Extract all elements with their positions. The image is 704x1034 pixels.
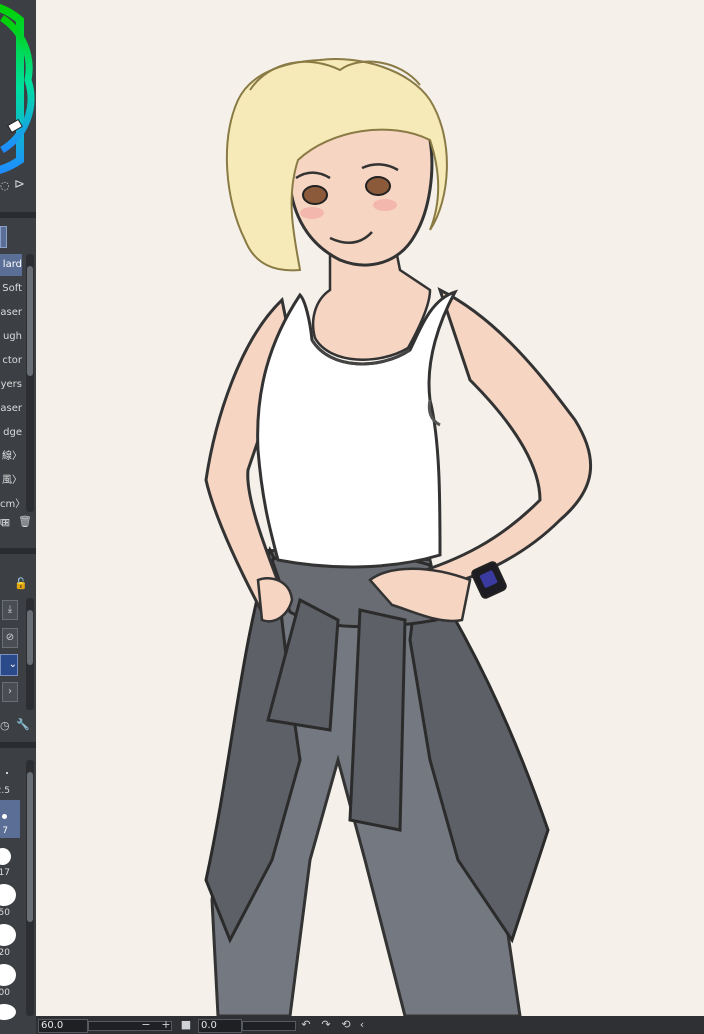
subtool-item[interactable]: 線〉	[0, 446, 22, 468]
fit-button[interactable]: ■	[180, 1018, 192, 1032]
angle-field[interactable]: 0.0	[198, 1019, 242, 1033]
timer-icon[interactable]: ◷	[0, 720, 10, 732]
property-button[interactable]: ⊘	[2, 628, 18, 648]
square-icon: ■	[180, 1018, 192, 1031]
property-button[interactable]: ›	[2, 682, 18, 702]
rotate-right-icon: ↷	[321, 1018, 331, 1031]
character-illustration	[204, 58, 593, 1016]
reset-icon: ⟲	[341, 1018, 351, 1031]
zoom-field[interactable]: 60.0	[38, 1019, 88, 1033]
download-icon: ⤓	[7, 604, 13, 615]
subtool-scrollbar[interactable]	[26, 254, 34, 512]
subtool-item[interactable]: aser	[0, 398, 22, 420]
rotate-left-icon: ↶	[301, 1018, 311, 1031]
minus-icon: −	[141, 1018, 151, 1031]
trash-icon[interactable]: 🗑	[18, 516, 32, 528]
rotate-right-button[interactable]: ↷	[320, 1018, 332, 1032]
brush-size-item[interactable]	[0, 1002, 22, 1020]
chevron-down-icon: ⌄	[8, 659, 17, 670]
color-wheel[interactable]	[0, 0, 36, 200]
subtool-item[interactable]: cm〉	[0, 494, 22, 516]
brush-size-list: 2.5 7 17 50 120 300	[0, 760, 36, 1020]
settings-dot-icon[interactable]: ◌	[0, 180, 10, 192]
brush-size-item[interactable]: 120	[0, 922, 22, 960]
subtool-item[interactable]: yers	[0, 374, 22, 396]
reset-rotation-button[interactable]: ⟲	[340, 1018, 352, 1032]
plus-icon: +	[161, 1018, 171, 1031]
rotate-left-button[interactable]: ↶	[300, 1018, 312, 1032]
collapse-button[interactable]: ‹	[356, 1018, 368, 1032]
property-scrollbar[interactable]	[26, 598, 34, 710]
property-dropdown[interactable]: ⌄	[0, 654, 18, 676]
brush-tip-preview	[0, 964, 16, 986]
brush-size-item[interactable]: 50	[0, 882, 22, 920]
panel-separator	[0, 548, 36, 554]
subtool-item[interactable]: dge	[0, 422, 22, 444]
angle-slider[interactable]	[242, 1021, 296, 1031]
panel-separator	[0, 742, 36, 748]
brush-tip-preview	[2, 814, 7, 819]
brush-size-item[interactable]: 7	[0, 800, 20, 838]
subtool-scrollbar-thumb[interactable]	[27, 266, 33, 376]
brush-size-scrollbar[interactable]	[26, 760, 34, 1016]
color-wheel-panel: ◌ ⊳	[0, 0, 36, 200]
add-icon[interactable]: ⊞	[1, 517, 10, 529]
no-entry-icon: ⊘	[5, 632, 15, 643]
chevron-left-icon: ‹	[359, 1018, 365, 1031]
subtool-tab[interactable]	[0, 226, 7, 248]
drawing-canvas[interactable]	[36, 0, 704, 1016]
brush-size-item[interactable]: 2.5	[0, 760, 22, 796]
subtool-item[interactable]: 風〉	[0, 470, 22, 492]
lock-icon[interactable]: 🔓	[14, 578, 28, 590]
brush-size-item[interactable]: 300	[0, 962, 22, 1000]
chevron-right-icon: ›	[8, 686, 12, 697]
brush-tip-preview	[0, 848, 11, 865]
property-scrollbar-thumb[interactable]	[27, 610, 33, 665]
panel-separator	[0, 212, 36, 218]
brush-tip-preview	[6, 772, 8, 774]
brush-tip-preview	[0, 884, 16, 906]
zoom-out-button[interactable]: −	[140, 1018, 152, 1032]
left-sidebar: ◌ ⊳ lard Soft aser ugh ctor yers aser dg…	[0, 0, 36, 1034]
property-button[interactable]: ⤓	[2, 600, 18, 620]
zoom-in-button[interactable]: +	[160, 1018, 172, 1032]
subtool-item[interactable]: ugh	[0, 326, 22, 348]
subtool-item[interactable]: lard	[0, 254, 22, 276]
subtool-item[interactable]: aser	[0, 302, 22, 324]
brush-size-item[interactable]: 17	[0, 842, 22, 880]
brush-size-scrollbar-thumb[interactable]	[27, 772, 33, 922]
wrench-icon[interactable]: 🔧	[16, 719, 30, 731]
brush-tip-preview	[0, 1004, 16, 1020]
subtool-list: lard Soft aser ugh ctor yers aser dge 線〉…	[0, 254, 36, 514]
brush-tip-preview	[0, 924, 16, 946]
subtool-item[interactable]: ctor	[0, 350, 22, 372]
subtool-item[interactable]: Soft	[0, 278, 22, 300]
status-bar: 60.0 − + ■ 0.0 ↶ ↷ ⟲ ‹	[36, 1016, 704, 1034]
play-circle-icon[interactable]: ⊳	[14, 178, 25, 191]
